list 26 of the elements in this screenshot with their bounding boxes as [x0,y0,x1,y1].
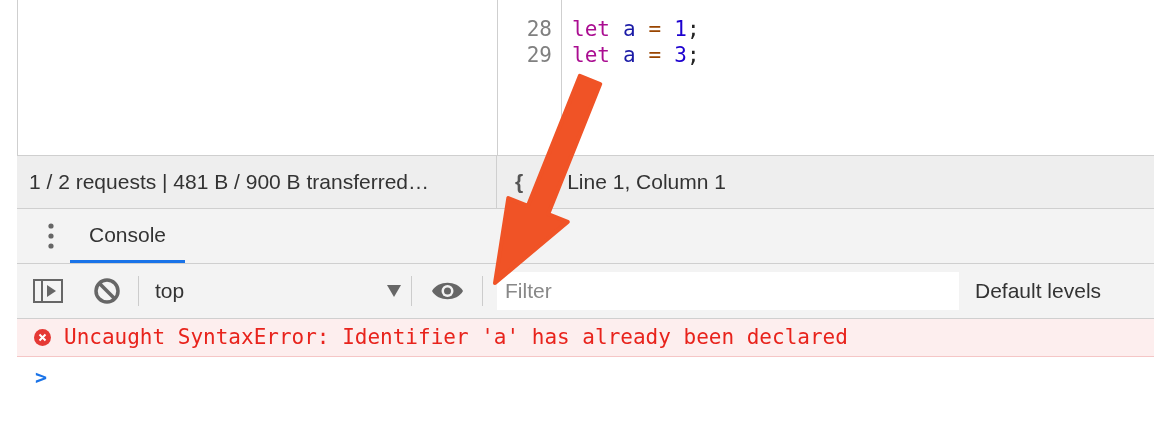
more-icon[interactable] [48,223,54,249]
error-message: Uncaught SyntaxError: Identifier 'a' has already been declared [64,323,848,351]
code-token: a [622,16,636,42]
code-token: let [572,42,610,68]
code-token: 1 [674,16,687,42]
dropdown-caret-icon [387,285,401,297]
code-token: ; [686,16,700,42]
eye-icon[interactable] [431,281,464,301]
line-number: 29 [526,42,552,68]
code-token: = [648,42,662,68]
requests-summary: 1 / 2 requests | 481 B / 900 B transferred… [17,156,497,208]
line-number: 28 [526,16,552,42]
clear-console-icon[interactable] [93,277,121,305]
code-token: a [622,42,636,68]
code-token: let [572,16,610,42]
error-icon [34,329,51,346]
code-token: ; [686,42,700,68]
pretty-print-button[interactable]: { [515,166,524,198]
filter-field[interactable]: Filter [497,272,959,310]
code-token: = [648,16,662,42]
code-token: 3 [674,42,687,68]
sidebar-toggle-icon[interactable] [33,279,63,303]
log-levels-dropdown[interactable]: Default levels [975,275,1102,307]
cursor-position: Line 1, Column 1 [567,169,726,196]
console-prompt[interactable]: > [35,362,48,392]
context-select[interactable]: top [139,275,411,307]
